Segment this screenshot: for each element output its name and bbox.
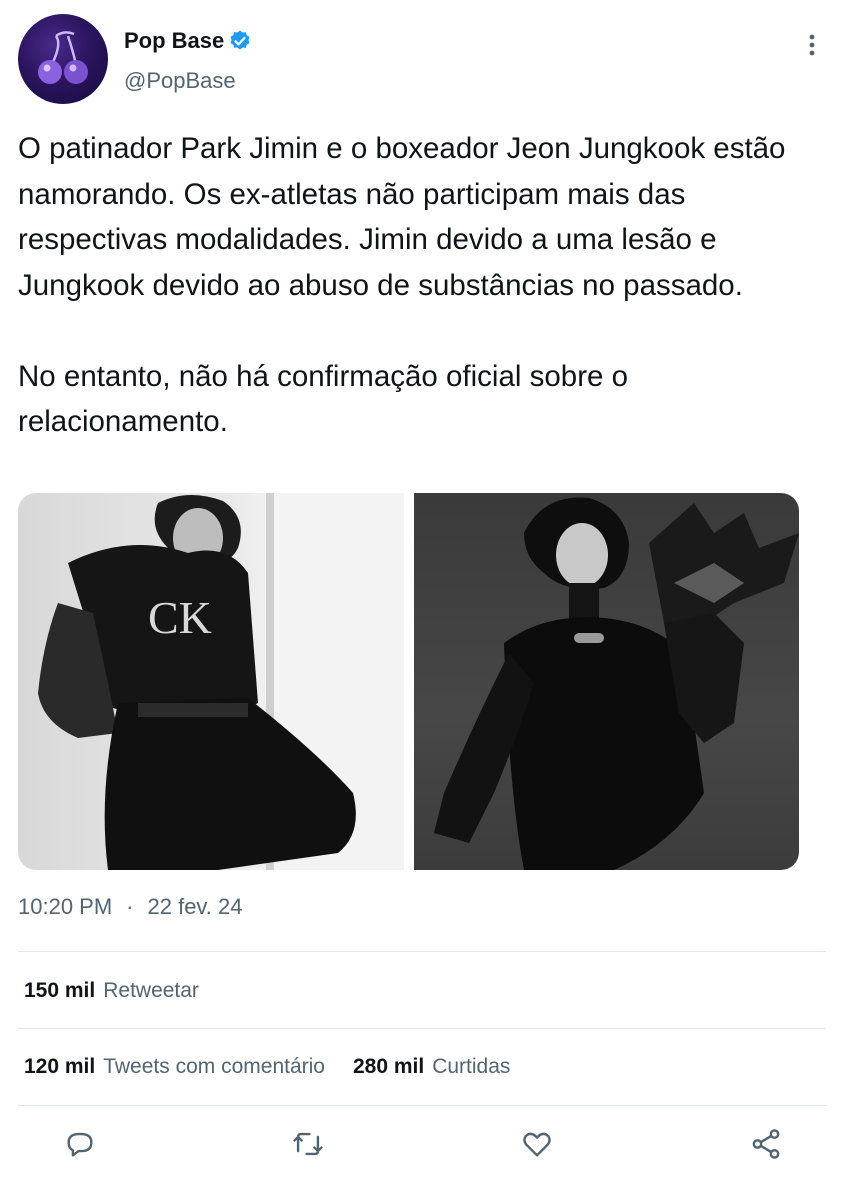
display-name[interactable]: Pop Base: [124, 28, 224, 54]
share-icon: [752, 1129, 780, 1159]
retweet-button[interactable]: [288, 1124, 328, 1164]
like-button[interactable]: [517, 1124, 557, 1164]
tweet-actions: [0, 1124, 845, 1168]
photo-left[interactable]: CK: [18, 493, 404, 870]
reply-icon: [67, 1132, 93, 1157]
avatar[interactable]: [18, 14, 108, 104]
tweet-timestamp[interactable]: 10:20 PM · 22 fev. 24: [18, 894, 243, 920]
tweet-date: 22 fev. 24: [147, 894, 243, 919]
verified-badge-icon: [230, 30, 250, 50]
tweet-time: 10:20 PM: [18, 894, 113, 919]
heart-icon: [523, 1132, 551, 1157]
photo-right-figure: [433, 497, 799, 870]
tweet-text: O patinador Park Jimin e o boxeador Jeon…: [18, 132, 786, 438]
photo-right[interactable]: [413, 493, 799, 870]
more-options-icon[interactable]: [800, 28, 824, 62]
retweet-icon: [293, 1132, 323, 1156]
quotes-count[interactable]: 120 mil: [24, 1055, 95, 1079]
photo-left-figure: CK: [38, 493, 404, 870]
engagement-stats: 120 mil Tweets com comentário 280 mil Cu…: [24, 1055, 510, 1079]
divider: [18, 1028, 826, 1029]
divider: [18, 951, 826, 952]
tweet-media[interactable]: CK: [18, 493, 799, 870]
reply-button[interactable]: [60, 1124, 100, 1164]
tweet-header: Pop Base @PopBase: [18, 14, 828, 106]
retweets-label: Retweetar: [103, 979, 199, 1002]
divider: [18, 1105, 826, 1106]
meta-separator: ·: [126, 894, 134, 919]
retweets-count: 150 mil: [24, 979, 96, 1002]
cherries-icon: [38, 31, 88, 84]
handle[interactable]: @PopBase: [124, 68, 236, 94]
share-button[interactable]: [746, 1124, 786, 1164]
svg-text:CK: CK: [148, 592, 212, 643]
quotes-label[interactable]: Tweets com comentário: [103, 1055, 325, 1079]
name-row: Pop Base: [124, 28, 252, 54]
retweets-stat[interactable]: 150 mil Retweetar: [24, 979, 199, 1003]
likes-count[interactable]: 280 mil: [353, 1055, 424, 1079]
likes-label[interactable]: Curtidas: [432, 1055, 510, 1079]
